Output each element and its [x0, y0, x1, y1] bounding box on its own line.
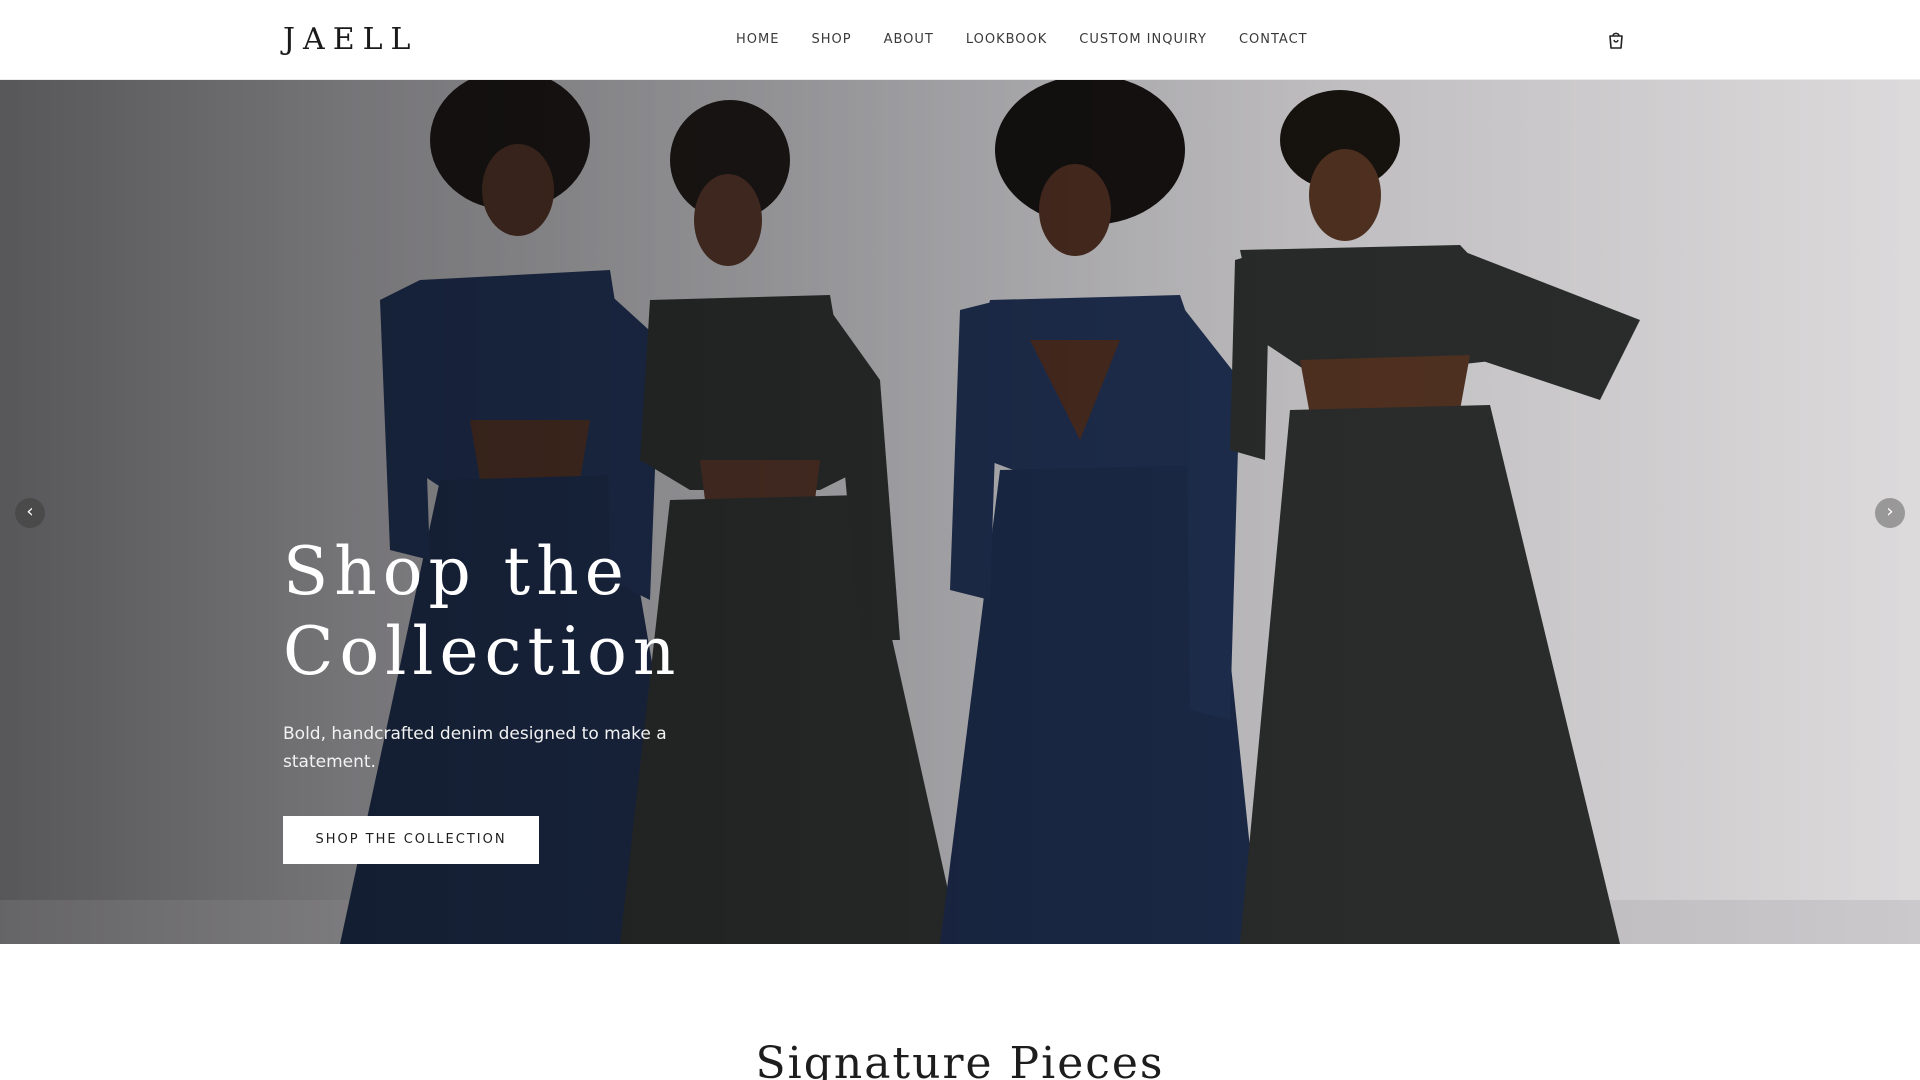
hero-title: Shop the Collection — [283, 533, 682, 690]
brand-logo[interactable]: JAELL — [283, 22, 418, 58]
nav-item-about[interactable]: ABOUT — [884, 30, 934, 50]
chevron-right-icon[interactable]: › — [1875, 498, 1905, 528]
hero-carousel: ‹ › Shop the Collection Bold, handcrafte… — [0, 80, 1920, 944]
hero-subtitle: Bold, handcrafted denim designed to make… — [283, 724, 667, 772]
shopping-bag-icon[interactable] — [1606, 29, 1626, 51]
main-nav: HOME SHOP ABOUT LOOKBOOK CUSTOM INQUIRY … — [736, 30, 1340, 50]
section-title: Signature Pieces — [755, 1038, 1165, 1080]
nav-item-contact[interactable]: CONTACT — [1239, 30, 1308, 50]
nav-item-home[interactable]: HOME — [736, 30, 779, 50]
nav-item-lookbook[interactable]: LOOKBOOK — [966, 30, 1047, 50]
chevron-left-icon[interactable]: ‹ — [15, 498, 45, 528]
shop-collection-button[interactable]: SHOP THE COLLECTION — [283, 816, 539, 864]
site-header: JAELL HOME SHOP ABOUT LOOKBOOK CUSTOM IN… — [0, 0, 1920, 80]
nav-item-shop[interactable]: SHOP — [811, 30, 851, 50]
nav-item-custom-inquiry[interactable]: CUSTOM INQUIRY — [1079, 30, 1207, 50]
hero-overlay — [0, 80, 1920, 944]
